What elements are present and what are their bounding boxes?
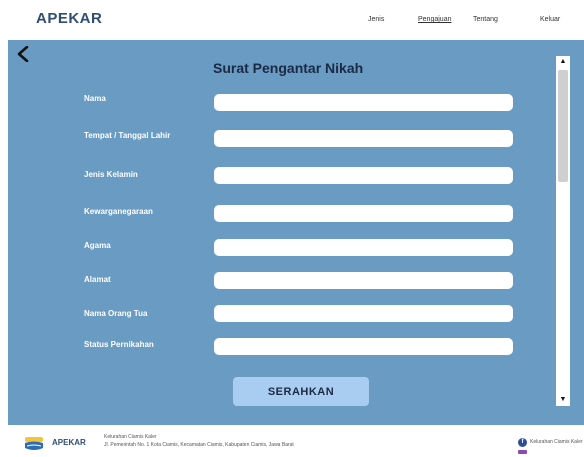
label-kewarganegaraan: Kewarganegaraan [84,207,153,216]
label-agama: Agama [84,241,111,250]
nav-link-keluar[interactable]: Keluar [540,16,560,23]
footer: APEKAR Kelurahan Ciamis Kaler Jl. Pemeri… [0,425,584,457]
input-kewarganegaraan[interactable] [214,205,513,222]
scroll-thumb[interactable] [558,70,568,182]
scroll-up-arrow-icon[interactable]: ▲ [556,56,570,68]
scroll-down-arrow-icon[interactable]: ▼ [556,394,570,406]
input-status-pernikahan[interactable] [214,338,513,355]
label-nama: Nama [84,94,106,103]
input-tempat-tanggal-lahir[interactable] [214,130,513,147]
input-nama[interactable] [214,94,513,111]
input-jenis-kelamin[interactable] [214,167,513,184]
instagram-icon[interactable] [518,450,527,454]
footer-address-line1: Kelurahan Ciamis Kaler [104,434,157,440]
label-tempat-tanggal-lahir: Tempat / Tanggal Lahir [84,131,171,140]
label-status-pernikahan: Status Pernikahan [84,340,154,349]
form-scrollbar[interactable]: ▲ ▼ [556,56,570,406]
footer-social: f Kelurahan Ciamis Kaler [518,437,584,454]
footer-brand: APEKAR [52,438,86,447]
back-arrow-icon[interactable] [16,44,30,66]
nav-link-jenis[interactable]: Jenis [368,16,384,23]
facebook-icon[interactable]: f [518,438,527,447]
label-alamat: Alamat [84,275,111,284]
brand-logo-text[interactable]: APEKAR [36,10,102,27]
footer-address-line2: Jl. Pemerintah No. 1 Kota Ciamis, Kecama… [104,442,294,448]
label-jenis-kelamin: Jenis Kelamin [84,170,138,179]
input-agama[interactable] [214,239,513,256]
top-navbar: APEKAR Jenis Pengajuan Tentang Keluar [0,0,584,40]
form-title: Surat Pengantar Nikah [213,60,364,76]
label-nama-orang-tua: Nama Orang Tua [84,309,148,318]
nav-link-tentang[interactable]: Tentang [473,16,498,23]
input-nama-orang-tua[interactable] [214,305,513,322]
social-label[interactable]: Kelurahan Ciamis Kaler [530,439,583,445]
input-alamat[interactable] [214,272,513,289]
nav-link-pengajuan[interactable]: Pengajuan [418,16,451,23]
city-logo-icon [25,437,43,450]
chevron-left-icon [17,45,29,63]
submit-button[interactable]: SERAHKAN [233,377,369,406]
